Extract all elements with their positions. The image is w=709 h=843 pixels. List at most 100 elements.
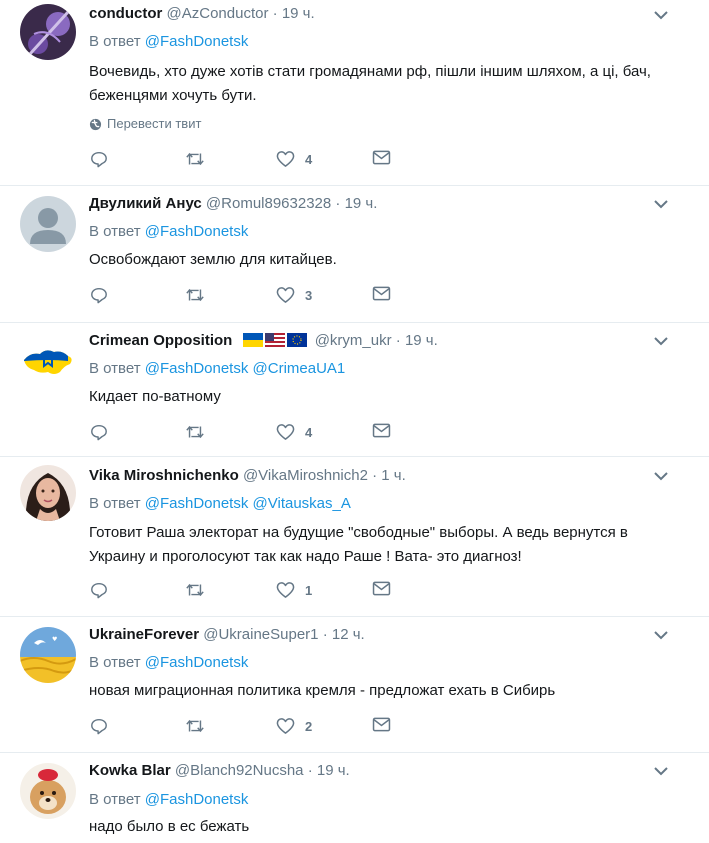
tweet-text: Вочевидь, хто дуже хотів стати громадяна… [89,63,651,104]
tweet[interactable]: ♥ UkraineForever @UkraineSuper1 · 12 ч. … [0,617,709,753]
like-button[interactable]: 2 [276,717,312,735]
chevron-down-icon[interactable] [653,630,669,640]
reply-context: В ответ @FashDonetsk @Vitauskas_A [89,495,351,512]
tweet-header: Двуликий Анус @Romul89632328 · 19 ч. [89,195,378,212]
retweet-button[interactable] [185,286,205,304]
heart-icon [276,424,295,440]
reply-context: В ответ @FashDonetsk @CrimeaUA1 [89,360,346,377]
retweet-button[interactable] [185,717,205,735]
like-count: 2 [305,718,313,734]
tweet-header: conductor @AzConductor · 19 ч. [89,5,315,22]
mention-link[interactable]: @FashDonetsk [145,654,249,671]
reply-button[interactable] [90,423,108,441]
retweet-icon [186,152,204,166]
retweet-icon [186,583,204,597]
retweet-button[interactable] [185,581,205,599]
chevron-down-icon[interactable] [653,336,669,346]
reply-context: В ответ @FashDonetsk [89,33,249,50]
tweet-header: Crimean Opposition @krym_ukr · 19 ч. [89,332,438,349]
tweet-text: Готовит Раша электорат на будущие "свобо… [89,524,628,565]
tweet[interactable]: conductor @AzConductor · 19 ч. В ответ @… [0,0,709,186]
translate-label: Перевести твит [107,116,202,131]
avatar[interactable] [20,196,76,252]
chevron-down-icon[interactable] [653,766,669,776]
tweet-header: Vika Miroshnichenko @VikaMiroshnich2 · 1… [89,467,406,484]
tweet-actions: 1 [90,581,391,601]
tweet-text: надо было в ес бежать [89,818,250,835]
tweet[interactable]: Crimean Opposition @krym_ukr · 19 ч. В о… [0,323,709,457]
tweet[interactable]: Kowka Blar @Blanch92Nucsha · 19 ч. В отв… [0,753,709,843]
mention-link[interactable]: @FashDonetsk [145,223,249,240]
avatar[interactable]: ♥ [20,627,76,683]
display-name[interactable]: conductor [89,5,162,22]
timestamp[interactable]: 19 ч. [345,195,378,212]
reply-button[interactable] [90,286,108,304]
chevron-down-icon[interactable] [653,199,669,209]
like-count: 1 [305,582,313,598]
timestamp[interactable]: 1 ч. [381,467,406,484]
display-name[interactable]: Crimean Opposition [89,332,232,349]
direct-message-button[interactable] [372,286,391,301]
avatar[interactable] [20,763,76,819]
user-handle[interactable]: @Romul89632328 [206,195,331,212]
heart-icon [276,287,295,303]
reply-button[interactable] [90,581,108,599]
reply-button[interactable] [90,150,108,168]
like-count: 4 [305,151,313,167]
envelope-icon [372,581,391,596]
tweet[interactable]: Vika Miroshnichenko @VikaMiroshnich2 · 1… [0,457,709,617]
usa-flag-icon [264,333,285,347]
envelope-icon [372,286,391,301]
direct-message-button[interactable] [372,423,391,438]
like-button[interactable]: 3 [276,286,312,304]
display-name[interactable]: Двуликий Анус [89,195,202,212]
tweet-actions: 4 [90,150,391,170]
envelope-icon [372,717,391,732]
direct-message-button[interactable] [372,717,391,732]
user-handle[interactable]: @Blanch92Nucsha [175,762,304,779]
like-count: 4 [305,424,313,440]
timestamp[interactable]: 19 ч. [282,5,315,22]
chevron-down-icon[interactable] [653,10,669,20]
avatar[interactable] [20,465,76,521]
reply-context: В ответ @FashDonetsk [89,223,249,240]
display-name[interactable]: Vika Miroshnichenko [89,467,239,484]
retweet-button[interactable] [185,423,205,441]
avatar[interactable] [20,4,76,60]
direct-message-button[interactable] [372,581,391,596]
timestamp[interactable]: 19 ч. [405,332,438,349]
mention-link[interactable]: @FashDonetsk [145,495,249,512]
tweet-actions: 4 [90,423,391,443]
svg-text:♥: ♥ [52,636,57,643]
reply-context: В ответ @FashDonetsk [89,654,249,671]
reply-icon [91,287,107,304]
user-handle[interactable]: @AzConductor [167,5,269,22]
translate-tweet-link[interactable]: Перевести твит [89,116,201,132]
mention-link[interactable]: @FashDonetsk [145,360,249,377]
mention-link[interactable]: @FashDonetsk [145,33,249,50]
mention-link[interactable]: @CrimeaUA1 [253,360,346,377]
user-handle[interactable]: @UkraineSuper1 [203,626,318,643]
user-handle[interactable]: @krym_ukr [315,332,392,349]
like-button[interactable]: 4 [276,150,312,168]
mention-link[interactable]: @FashDonetsk [145,791,249,808]
display-name[interactable]: UkraineForever [89,626,199,643]
envelope-icon [372,423,391,438]
user-handle[interactable]: @VikaMiroshnich2 [243,467,368,484]
reply-button[interactable] [90,717,108,735]
tweet-header: Kowka Blar @Blanch92Nucsha · 19 ч. [89,762,350,779]
timestamp[interactable]: 19 ч. [317,762,350,779]
direct-message-button[interactable] [372,150,391,165]
mention-link[interactable]: @Vitauskas_A [253,495,351,512]
reply-icon [91,151,107,168]
retweet-button[interactable] [185,150,205,168]
like-button[interactable]: 4 [276,423,312,441]
tweet[interactable]: Двуликий Анус @Romul89632328 · 19 ч. В о… [0,186,709,323]
eu-flag-icon [286,333,307,347]
timestamp[interactable]: 12 ч. [332,626,365,643]
reply-context: В ответ @FashDonetsk [89,791,249,808]
chevron-down-icon[interactable] [653,471,669,481]
avatar[interactable] [20,332,76,388]
display-name[interactable]: Kowka Blar [89,762,171,779]
like-button[interactable]: 1 [276,581,312,599]
